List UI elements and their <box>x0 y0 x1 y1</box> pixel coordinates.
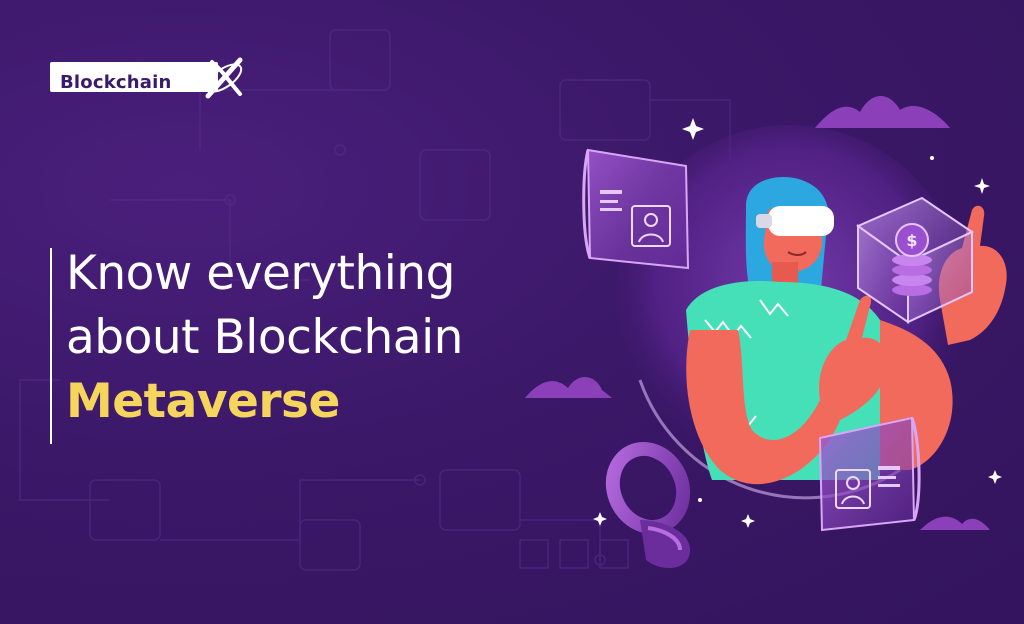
profile-card-icon <box>582 148 690 270</box>
metaverse-banner: Blockchain Know everything about Blockch… <box>0 0 1024 624</box>
vr-headset-person-illustration: $ <box>525 96 1007 569</box>
svg-text:$: $ <box>906 231 917 250</box>
vr-controller-icon <box>605 442 691 569</box>
profile-card-icon <box>818 416 921 532</box>
